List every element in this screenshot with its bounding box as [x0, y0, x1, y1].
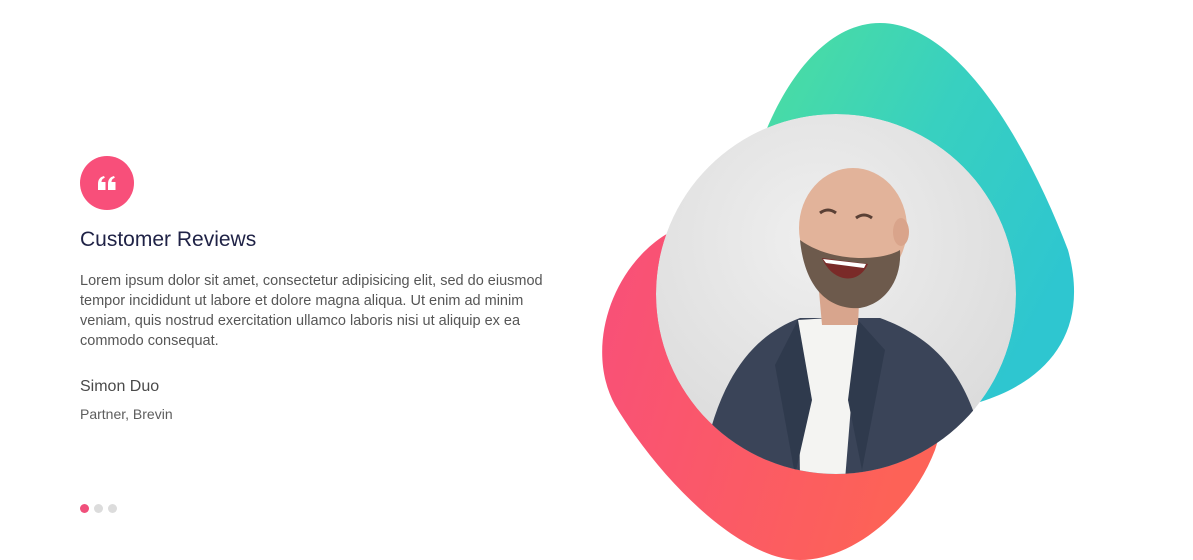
decorative-art — [602, 23, 1075, 560]
testimonial-section: Customer Reviews Lorem ipsum dolor sit a… — [0, 0, 1193, 560]
